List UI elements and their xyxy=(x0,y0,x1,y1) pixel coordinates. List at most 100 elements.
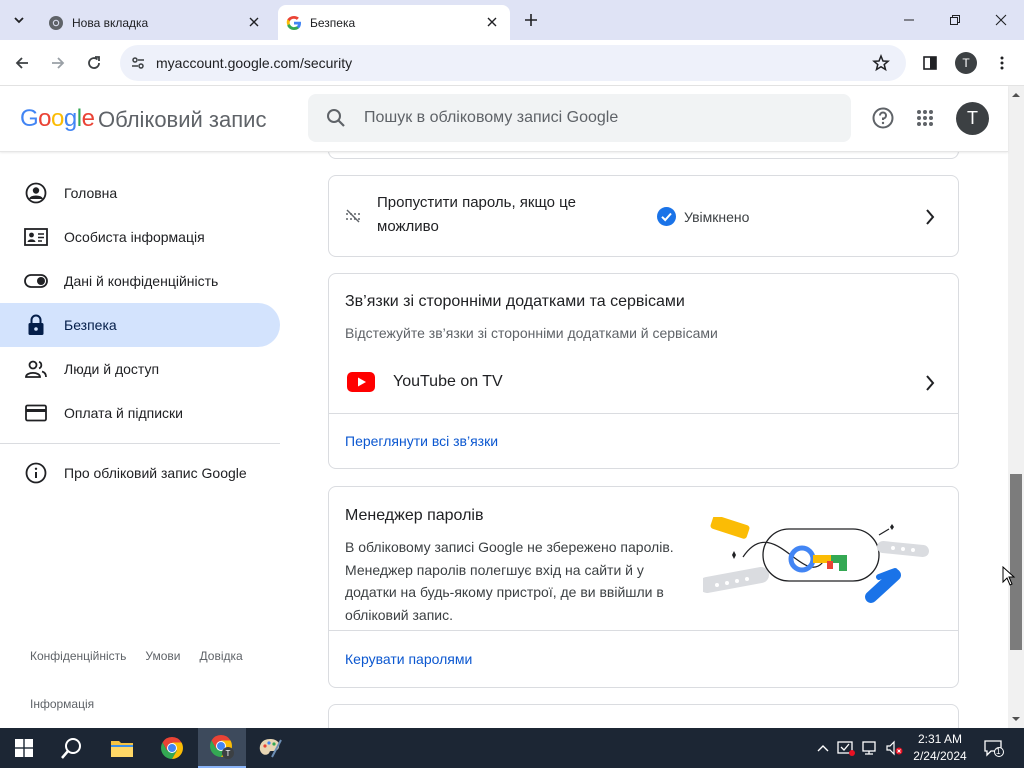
tune-icon xyxy=(132,57,144,69)
tray-volume-icon[interactable] xyxy=(884,738,904,758)
help-button[interactable] xyxy=(870,105,896,131)
close-window-button[interactable] xyxy=(978,0,1024,40)
volume-muted-icon xyxy=(886,740,903,756)
notification-center-button[interactable]: 1 xyxy=(982,738,1006,758)
sidebar-item-data-privacy[interactable]: Дані й конфіденційність xyxy=(0,259,280,303)
taskbar-search-button[interactable] xyxy=(48,728,96,768)
windows-logo-icon xyxy=(15,739,33,757)
account-header: Google Обліковий запис Пошук в обліковом… xyxy=(0,86,1008,152)
chevron-right-icon xyxy=(920,373,940,393)
footer-link-terms[interactable]: Умови xyxy=(145,649,180,663)
plus-icon xyxy=(525,14,537,26)
security-tray-icon xyxy=(837,741,855,756)
view-all-connections-link[interactable]: Переглянути всі зв’язки xyxy=(345,433,498,449)
restore-button[interactable] xyxy=(932,0,978,40)
arrow-left-icon xyxy=(15,57,28,69)
connected-app-row[interactable]: YouTube on TV xyxy=(329,360,958,412)
profile-avatar[interactable]: T xyxy=(955,52,977,74)
card-divider xyxy=(329,413,958,414)
side-panel-button[interactable] xyxy=(916,49,944,77)
password-manager-body: В обліковому записі Google не збережено … xyxy=(345,539,674,623)
chrome-profile-icon: T xyxy=(210,735,234,759)
tab-search-button[interactable] xyxy=(6,7,32,33)
toggle-icon xyxy=(24,269,48,293)
taskbar-clock[interactable]: 2:31 AM 2/24/2024 xyxy=(904,731,976,765)
bookmark-star-icon[interactable] xyxy=(872,53,890,72)
svg-text:T: T xyxy=(226,749,231,758)
mouse-cursor-icon xyxy=(1002,566,1016,586)
people-icon xyxy=(24,357,48,381)
tab-strip: Нова вкладка Безпека xyxy=(0,0,1024,40)
chevron-down-icon xyxy=(14,17,24,24)
clock-time: 2:31 AM xyxy=(917,732,963,746)
tab-security[interactable]: Безпека xyxy=(278,5,510,40)
previous-card xyxy=(328,152,959,159)
account-circle-icon xyxy=(24,181,48,205)
sidebar-item-people-sharing[interactable]: Люди й доступ xyxy=(0,347,280,391)
tab-title: Безпека xyxy=(310,15,356,30)
account-avatar[interactable]: T xyxy=(956,102,989,135)
chevron-right-icon xyxy=(920,207,940,227)
youtube-icon xyxy=(347,372,375,397)
footer-link-privacy[interactable]: Конфіденційність xyxy=(30,649,126,663)
card-divider xyxy=(329,630,958,631)
site-info-button[interactable] xyxy=(120,45,156,81)
skip-password-card[interactable]: Пропустити пароль, якщо це можливо Увімк… xyxy=(328,175,959,257)
search-icon xyxy=(308,108,364,128)
page-scrollbar[interactable] xyxy=(1008,86,1024,728)
sidebar-item-home[interactable]: Головна xyxy=(0,171,280,215)
scroll-down-icon[interactable] xyxy=(1011,714,1021,724)
chrome-menu-button[interactable] xyxy=(988,49,1016,77)
sidebar-item-security[interactable]: Безпека xyxy=(0,303,280,347)
footer-link-help[interactable]: Довідка xyxy=(200,649,243,663)
skip-password-label: Пропустити пароль, якщо це можливо xyxy=(377,194,576,235)
scroll-up-icon[interactable] xyxy=(1011,90,1021,100)
minimize-button[interactable] xyxy=(886,0,932,40)
taskbar-chrome[interactable] xyxy=(148,728,196,768)
info-icon xyxy=(24,461,48,485)
sidebar-item-about[interactable]: Про обліковий запис Google xyxy=(0,451,280,495)
clock-date: 2/24/2024 xyxy=(913,749,967,763)
back-button[interactable] xyxy=(8,49,36,77)
close-tab-icon[interactable] xyxy=(246,14,262,30)
sidebar-item-payments[interactable]: Оплата й підписки xyxy=(0,391,280,435)
close-icon xyxy=(995,14,1007,26)
logo-letter: o xyxy=(38,105,52,132)
google-logo[interactable]: Google xyxy=(20,105,95,133)
third-party-subtitle: Відстежуйте зв’язки зі сторонніми додатк… xyxy=(345,325,718,341)
skip-password-icon xyxy=(345,209,361,228)
scroll-thumb[interactable] xyxy=(1010,474,1022,650)
manage-passwords-link[interactable]: Керувати паролями xyxy=(345,651,472,667)
chrome-icon xyxy=(48,15,64,31)
tray-network-icon[interactable] xyxy=(860,738,880,758)
forward-button[interactable] xyxy=(44,49,72,77)
password-manager-card: Менеджер паролів В обліковому записі Goo… xyxy=(328,486,959,688)
logo-letter: g xyxy=(63,105,77,132)
more-vert-icon xyxy=(1000,56,1004,70)
folder-icon xyxy=(111,741,133,757)
tray-expand-button[interactable] xyxy=(813,738,833,758)
search-input[interactable]: Пошук в обліковому записі Google xyxy=(364,109,618,127)
taskbar-file-explorer[interactable] xyxy=(98,728,146,768)
new-tab-button[interactable] xyxy=(520,9,542,31)
reload-button[interactable] xyxy=(80,49,108,77)
sidebar-item-label: Про обліковий запис Google xyxy=(64,465,247,481)
connected-app-name: YouTube on TV xyxy=(393,373,503,390)
taskbar-paint[interactable] xyxy=(246,728,294,768)
address-bar[interactable]: myaccount.google.com/security xyxy=(120,45,906,81)
skip-password-status: Увімкнено xyxy=(684,209,750,225)
chrome-icon xyxy=(161,737,183,759)
close-tab-icon[interactable] xyxy=(484,14,500,30)
password-manager-title: Менеджер паролів xyxy=(345,507,484,524)
start-button[interactable] xyxy=(0,728,48,768)
notification-count: 1 xyxy=(996,747,1001,756)
taskbar-chrome-profile[interactable]: T xyxy=(198,728,246,768)
sidebar-item-personal-info[interactable]: Особиста інформація xyxy=(0,215,280,259)
credit-card-icon xyxy=(24,401,48,425)
footer-link-info[interactable]: Інформація xyxy=(30,697,94,711)
account-search[interactable]: Пошук в обліковому записі Google xyxy=(308,94,851,142)
apps-button[interactable] xyxy=(912,105,938,131)
tray-security-icon[interactable] xyxy=(836,738,856,758)
google-g-icon xyxy=(286,15,302,31)
tab-new-tab[interactable]: Нова вкладка xyxy=(40,5,272,40)
